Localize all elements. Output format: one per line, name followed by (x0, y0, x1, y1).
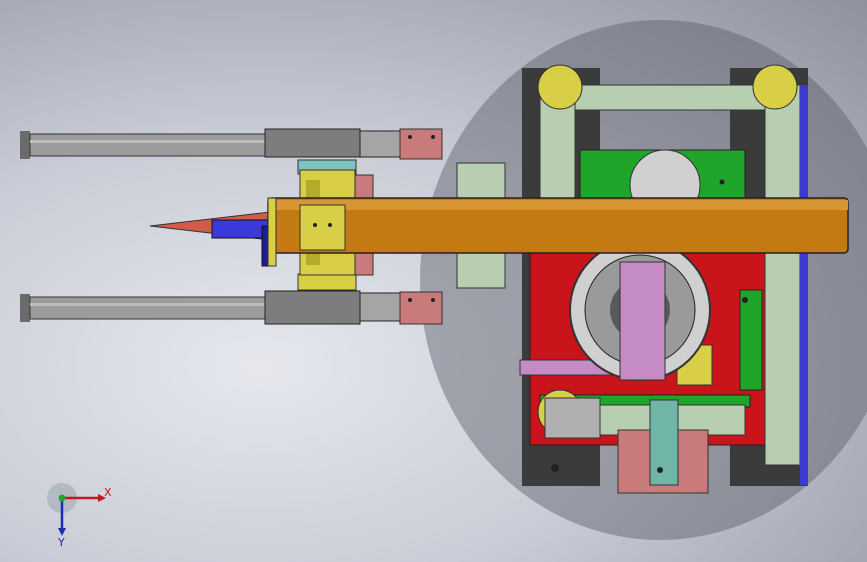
probe-clamp[interactable] (211, 219, 271, 239)
wheel-top-right (752, 64, 798, 110)
x-axis-label: X (104, 486, 112, 499)
wheel-top-left (537, 64, 583, 110)
assembly-model[interactable] (0, 0, 867, 562)
lower-cylinder[interactable] (20, 273, 443, 325)
upper-cylinder[interactable] (20, 128, 443, 175)
axis-triad: X Y (47, 483, 112, 549)
cad-viewport[interactable]: X Y (0, 0, 867, 562)
mount-plate-upper (456, 162, 506, 202)
mount-plate-lower (456, 249, 506, 289)
y-axis-label: Y (57, 536, 65, 549)
